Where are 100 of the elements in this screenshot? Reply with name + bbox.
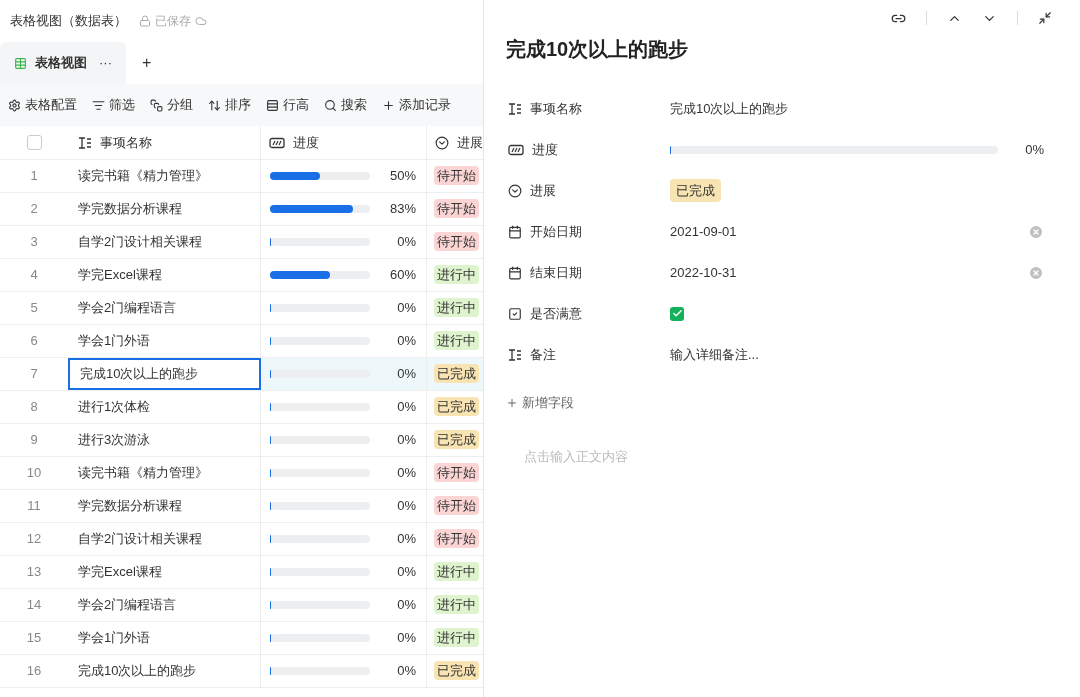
progress-reading: 0% (396, 233, 416, 252)
field-label: 事项名称 (530, 99, 582, 118)
progress-reading: 83% (388, 200, 416, 219)
toolbar-button[interactable]: 搜索 (324, 95, 367, 115)
add-field-button[interactable]: 新增字段 (506, 393, 574, 413)
toolbar-button[interactable]: 行高 (266, 95, 309, 115)
settings-icon (8, 98, 21, 112)
progress-reading: 0% (396, 563, 416, 582)
table-cell[interactable]: 进行3次游泳 (68, 424, 261, 456)
text-field-icon (78, 136, 92, 149)
toolbar-button[interactable]: 筛选 (92, 95, 135, 115)
date-value[interactable]: 2022-10-31 (670, 262, 737, 283)
field-label: 结束日期 (530, 263, 582, 282)
add-view-button[interactable]: + (142, 51, 152, 75)
status-tag: 进行中 (434, 265, 479, 285)
column-header[interactable]: 进展 (427, 126, 483, 159)
table-row[interactable]: 4 学完Excel课程 60% 进行中 (0, 259, 483, 292)
progress-reading: 0% (396, 365, 416, 384)
table-row[interactable]: 2 学完数据分析课程 83% 待开始 (0, 193, 483, 226)
status-tag: 待开始 (434, 529, 479, 549)
status-tag: 进行中 (434, 628, 479, 648)
table-row[interactable]: 10 读完书籍《精力管理》 0% 待开始 (0, 457, 483, 490)
progress-reading: 60% (388, 266, 416, 285)
lock-icon (139, 15, 151, 27)
table-row[interactable]: 8 进行1次体检 0% 已完成 (0, 391, 483, 424)
status-tag[interactable]: 已完成 (670, 178, 721, 203)
toolbar-button[interactable]: 添加记录 (382, 95, 451, 115)
row-number: 7 (0, 358, 68, 390)
table-cell[interactable]: 自学2门设计相关课程 (68, 226, 261, 258)
progress-reading: 0% (396, 431, 416, 450)
table-row[interactable]: 3 自学2门设计相关课程 0% 待开始 (0, 226, 483, 259)
table-cell[interactable]: 读完书籍《精力管理》 (68, 457, 261, 489)
table-cell[interactable]: 读完书籍《精力管理》 (68, 160, 261, 192)
field-label: 进度 (532, 140, 558, 159)
progress-reading: 0% (1024, 140, 1044, 159)
note-field[interactable]: 输入详细备注... (670, 344, 1044, 365)
status-tag: 进行中 (434, 562, 479, 582)
view-tab[interactable]: 表格视图 ··· (0, 42, 126, 84)
date-value[interactable]: 2021-09-01 (670, 221, 737, 242)
table-row[interactable]: 1 读完书籍《精力管理》 50% 待开始 (0, 160, 483, 193)
toolbar-button[interactable]: 分组 (150, 95, 193, 115)
calendar-icon (508, 224, 522, 239)
table-cell[interactable]: 学会2门编程语言 (68, 292, 261, 324)
status-tag: 进行中 (434, 331, 479, 351)
table-cell[interactable]: 完成10次以上的跑步 (68, 358, 261, 390)
text-field-icon (508, 348, 522, 361)
sort-icon (208, 98, 221, 112)
table-cell[interactable]: 学完数据分析课程 (68, 193, 261, 225)
page-title: 表格视图（数据表） (10, 12, 127, 31)
status-tag: 待开始 (434, 166, 479, 186)
table-row[interactable]: 16 完成10次以上的跑步 0% 已完成 (0, 655, 483, 688)
table-row[interactable]: 7 完成10次以上的跑步 0% 已完成 (0, 358, 483, 391)
table-cell[interactable]: 学完数据分析课程 (68, 490, 261, 522)
table-cell[interactable]: 学会1门外语 (68, 622, 261, 654)
dropdown-icon (435, 135, 449, 150)
table-cell[interactable]: 学会1门外语 (68, 325, 261, 357)
table-cell[interactable]: 学完Excel课程 (68, 259, 261, 291)
toolbar-button[interactable]: 排序 (208, 95, 251, 115)
progress-reading: 0% (396, 497, 416, 516)
dropdown-icon (508, 183, 522, 198)
table-row[interactable]: 9 进行3次游泳 0% 已完成 (0, 424, 483, 457)
status-tag: 待开始 (434, 496, 479, 516)
table-row[interactable]: 14 学会2门编程语言 0% 进行中 (0, 589, 483, 622)
status-tag: 已完成 (434, 430, 479, 450)
progress-reading: 0% (396, 530, 416, 549)
more-button[interactable]: ··· (99, 53, 112, 73)
collapse-icon[interactable] (1038, 11, 1052, 25)
group-icon (150, 98, 163, 112)
table-row[interactable]: 12 自学2门设计相关课程 0% 待开始 (0, 523, 483, 556)
checkbox[interactable] (670, 306, 684, 321)
progress-reading: 0% (396, 629, 416, 648)
rows-icon (266, 98, 279, 112)
field-label: 进展 (530, 181, 556, 200)
progress-reading: 0% (396, 398, 416, 417)
table-row[interactable]: 15 学会1门外语 0% 进行中 (0, 622, 483, 655)
table-cell[interactable]: 完成10次以上的跑步 (68, 655, 261, 687)
plus-icon (382, 98, 395, 112)
column-header[interactable]: 事项名称 (68, 126, 261, 159)
toolbar-button[interactable]: 表格配置 (8, 95, 77, 115)
table-cell[interactable]: 学完Excel课程 (68, 556, 261, 588)
column-header[interactable]: 进度 (261, 126, 427, 159)
field-value[interactable]: 完成10次以上的跑步 (670, 98, 789, 119)
table-row[interactable]: 11 学完数据分析课程 0% 待开始 (0, 490, 483, 523)
table-row[interactable]: 13 学完Excel课程 0% 进行中 (0, 556, 483, 589)
table-cell[interactable]: 学会2门编程语言 (68, 589, 261, 621)
progress-icon (508, 143, 524, 156)
field-label: 开始日期 (530, 222, 582, 241)
progress-reading: 0% (396, 662, 416, 681)
cloud-icon (195, 15, 207, 27)
checkbox-icon (508, 306, 522, 321)
status-tag: 进行中 (434, 595, 479, 615)
table-row[interactable]: 5 学会2门编程语言 0% 进行中 (0, 292, 483, 325)
body-field[interactable]: 点击输入正文内容 (524, 446, 1058, 466)
table-cell[interactable]: 进行1次体检 (68, 391, 261, 423)
status-tag: 待开始 (434, 199, 479, 219)
table-cell[interactable]: 自学2门设计相关课程 (68, 523, 261, 555)
save-status: 已保存 (155, 13, 191, 30)
calendar-icon (508, 265, 522, 280)
progress-reading: 50% (388, 167, 416, 186)
select-all-checkbox[interactable] (26, 135, 42, 150)
